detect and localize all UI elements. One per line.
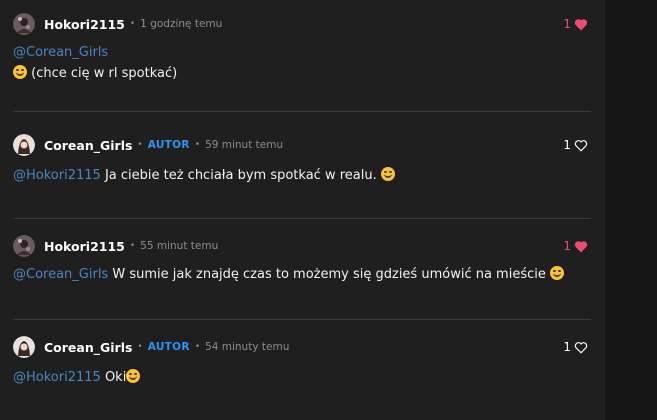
author-badge: AUTOR xyxy=(147,341,190,353)
comments-feed: Hokori2115 • 1 godzinę temu 1 @Corean_Gi… xyxy=(0,0,605,420)
comment-text: @Corean_Girls xyxy=(13,44,108,62)
like-count: 1 xyxy=(563,340,571,354)
like-count: 1 xyxy=(563,239,571,253)
like-button[interactable]: 1 xyxy=(563,235,588,257)
comment-header: Hokori2115 • 55 minut temu xyxy=(13,235,218,257)
comment-header: Corean_Girls • AUTOR • 59 minut temu xyxy=(13,134,283,156)
mention-link[interactable]: @Corean_Girls xyxy=(13,45,108,60)
mention-link[interactable]: @Hokori2115 xyxy=(13,168,101,183)
smiling-face-emoji-icon xyxy=(550,266,565,280)
smiling-hearts-emoji-icon xyxy=(13,65,27,79)
timestamp: 59 minut temu xyxy=(205,139,284,151)
timestamp: 1 godzinę temu xyxy=(140,18,223,30)
separator-dot: • xyxy=(137,342,143,352)
hugging-face-emoji-icon xyxy=(126,369,141,383)
separator-dot: • xyxy=(129,241,136,251)
username[interactable]: Hokori2115 xyxy=(44,239,125,254)
comment-text: @Corean_Girls W sumie jak znajdę czas to… xyxy=(13,266,565,284)
heart-filled-icon xyxy=(574,240,588,252)
divider xyxy=(13,218,591,219)
comment-text: @Hokori2115 Oki xyxy=(13,369,141,387)
comment-message: Oki xyxy=(104,370,127,385)
username[interactable]: Hokori2115 xyxy=(44,17,125,32)
avatar[interactable] xyxy=(13,134,35,156)
like-count: 1 xyxy=(563,17,571,31)
avatar[interactable] xyxy=(13,235,35,257)
comment-header: Hokori2115 • 1 godzinę temu xyxy=(13,13,222,35)
hugging-face-emoji-icon xyxy=(380,167,395,181)
timestamp: 54 minuty temu xyxy=(205,341,290,353)
like-count: 1 xyxy=(563,138,571,152)
right-side-panel xyxy=(605,0,657,420)
like-button[interactable]: 1 xyxy=(563,336,588,358)
comment-message: W sumie jak znajdę czas to możemy się gd… xyxy=(112,267,546,282)
comment-text-line2: (chce cię w rl spotkać) xyxy=(13,65,177,83)
heart-outline-icon xyxy=(574,341,588,354)
like-button[interactable]: 1 xyxy=(563,134,588,156)
like-button[interactable]: 1 xyxy=(563,13,588,35)
mention-link[interactable]: @Corean_Girls xyxy=(13,267,108,282)
timestamp: 55 minut temu xyxy=(140,240,219,252)
avatar[interactable] xyxy=(13,336,35,358)
mention-link[interactable]: @Hokori2115 xyxy=(13,370,101,385)
author-badge: AUTOR xyxy=(147,139,190,151)
divider xyxy=(13,319,591,320)
comment-message: Ja ciebie też chciała bym spotkać w real… xyxy=(104,168,377,183)
heart-filled-icon xyxy=(574,18,588,30)
avatar[interactable] xyxy=(13,13,35,35)
separator-dot: • xyxy=(194,342,201,352)
separator-dot: • xyxy=(137,140,143,150)
heart-outline-icon xyxy=(574,139,588,152)
comment-header: Corean_Girls • AUTOR • 54 minuty temu xyxy=(13,336,289,358)
divider xyxy=(13,111,591,112)
separator-dot: • xyxy=(129,19,136,29)
separator-dot: • xyxy=(194,140,201,150)
comment-message: (chce cię w rl spotkać) xyxy=(31,66,178,81)
username[interactable]: Corean_Girls xyxy=(44,340,132,355)
comment-text: @Hokori2115 Ja ciebie też chciała bym sp… xyxy=(13,167,395,185)
username[interactable]: Corean_Girls xyxy=(44,138,132,153)
